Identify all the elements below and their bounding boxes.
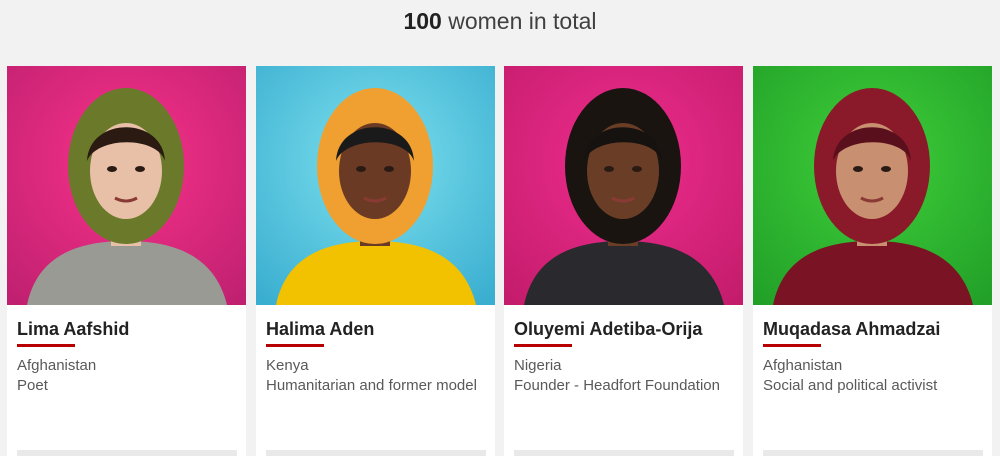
- profile-card[interactable]: Muqadasa Ahmadzai Afghanistan Social and p…: [753, 66, 992, 456]
- page-heading: 100 women in total: [0, 8, 1000, 35]
- profile-country: Kenya: [266, 357, 309, 374]
- profile-country: Nigeria: [514, 357, 562, 374]
- profile-name[interactable]: Muqadasa Ahmadzai: [763, 319, 982, 340]
- name-underline: [17, 344, 75, 347]
- profile-role: Poet: [17, 377, 48, 394]
- profile-photo[interactable]: [256, 66, 495, 305]
- profile-photo[interactable]: [7, 66, 246, 305]
- profile-photo[interactable]: [753, 66, 992, 305]
- profile-card[interactable]: Halima Aden Kenya Humanitarian and former …: [256, 66, 495, 456]
- portrait-illustration: [753, 66, 992, 305]
- portrait-illustration: [504, 66, 743, 305]
- profile-photo[interactable]: [504, 66, 743, 305]
- profile-name[interactable]: Oluyemi Adetiba-Orija: [514, 319, 733, 340]
- profile-name[interactable]: Lima Aafshid: [17, 319, 236, 340]
- card-footer-placeholder: [266, 450, 486, 456]
- name-underline: [266, 344, 324, 347]
- card-footer-placeholder: [763, 450, 983, 456]
- heading-text: women in total: [441, 8, 597, 34]
- profile-country: Afghanistan: [17, 357, 97, 374]
- profile-role: Social and political activist: [763, 377, 938, 394]
- profile-country: Afghanistan: [763, 357, 843, 374]
- profile-role: Humanitarian and former model: [266, 377, 477, 394]
- profile-name[interactable]: Halima Aden: [266, 319, 485, 340]
- name-underline: [514, 344, 572, 347]
- total-count: 100: [403, 8, 442, 34]
- portrait-illustration: [7, 66, 246, 305]
- profile-card[interactable]: Oluyemi Adetiba-Orija Nigeria Founder - He…: [504, 66, 743, 456]
- profile-card[interactable]: Lima Aafshid Afghanistan Poet: [7, 66, 246, 456]
- card-footer-placeholder: [514, 450, 734, 456]
- portrait-illustration: [256, 66, 495, 305]
- name-underline: [763, 344, 821, 347]
- card-footer-placeholder: [17, 450, 237, 456]
- profile-role: Founder - Headfort Foundation: [514, 377, 720, 394]
